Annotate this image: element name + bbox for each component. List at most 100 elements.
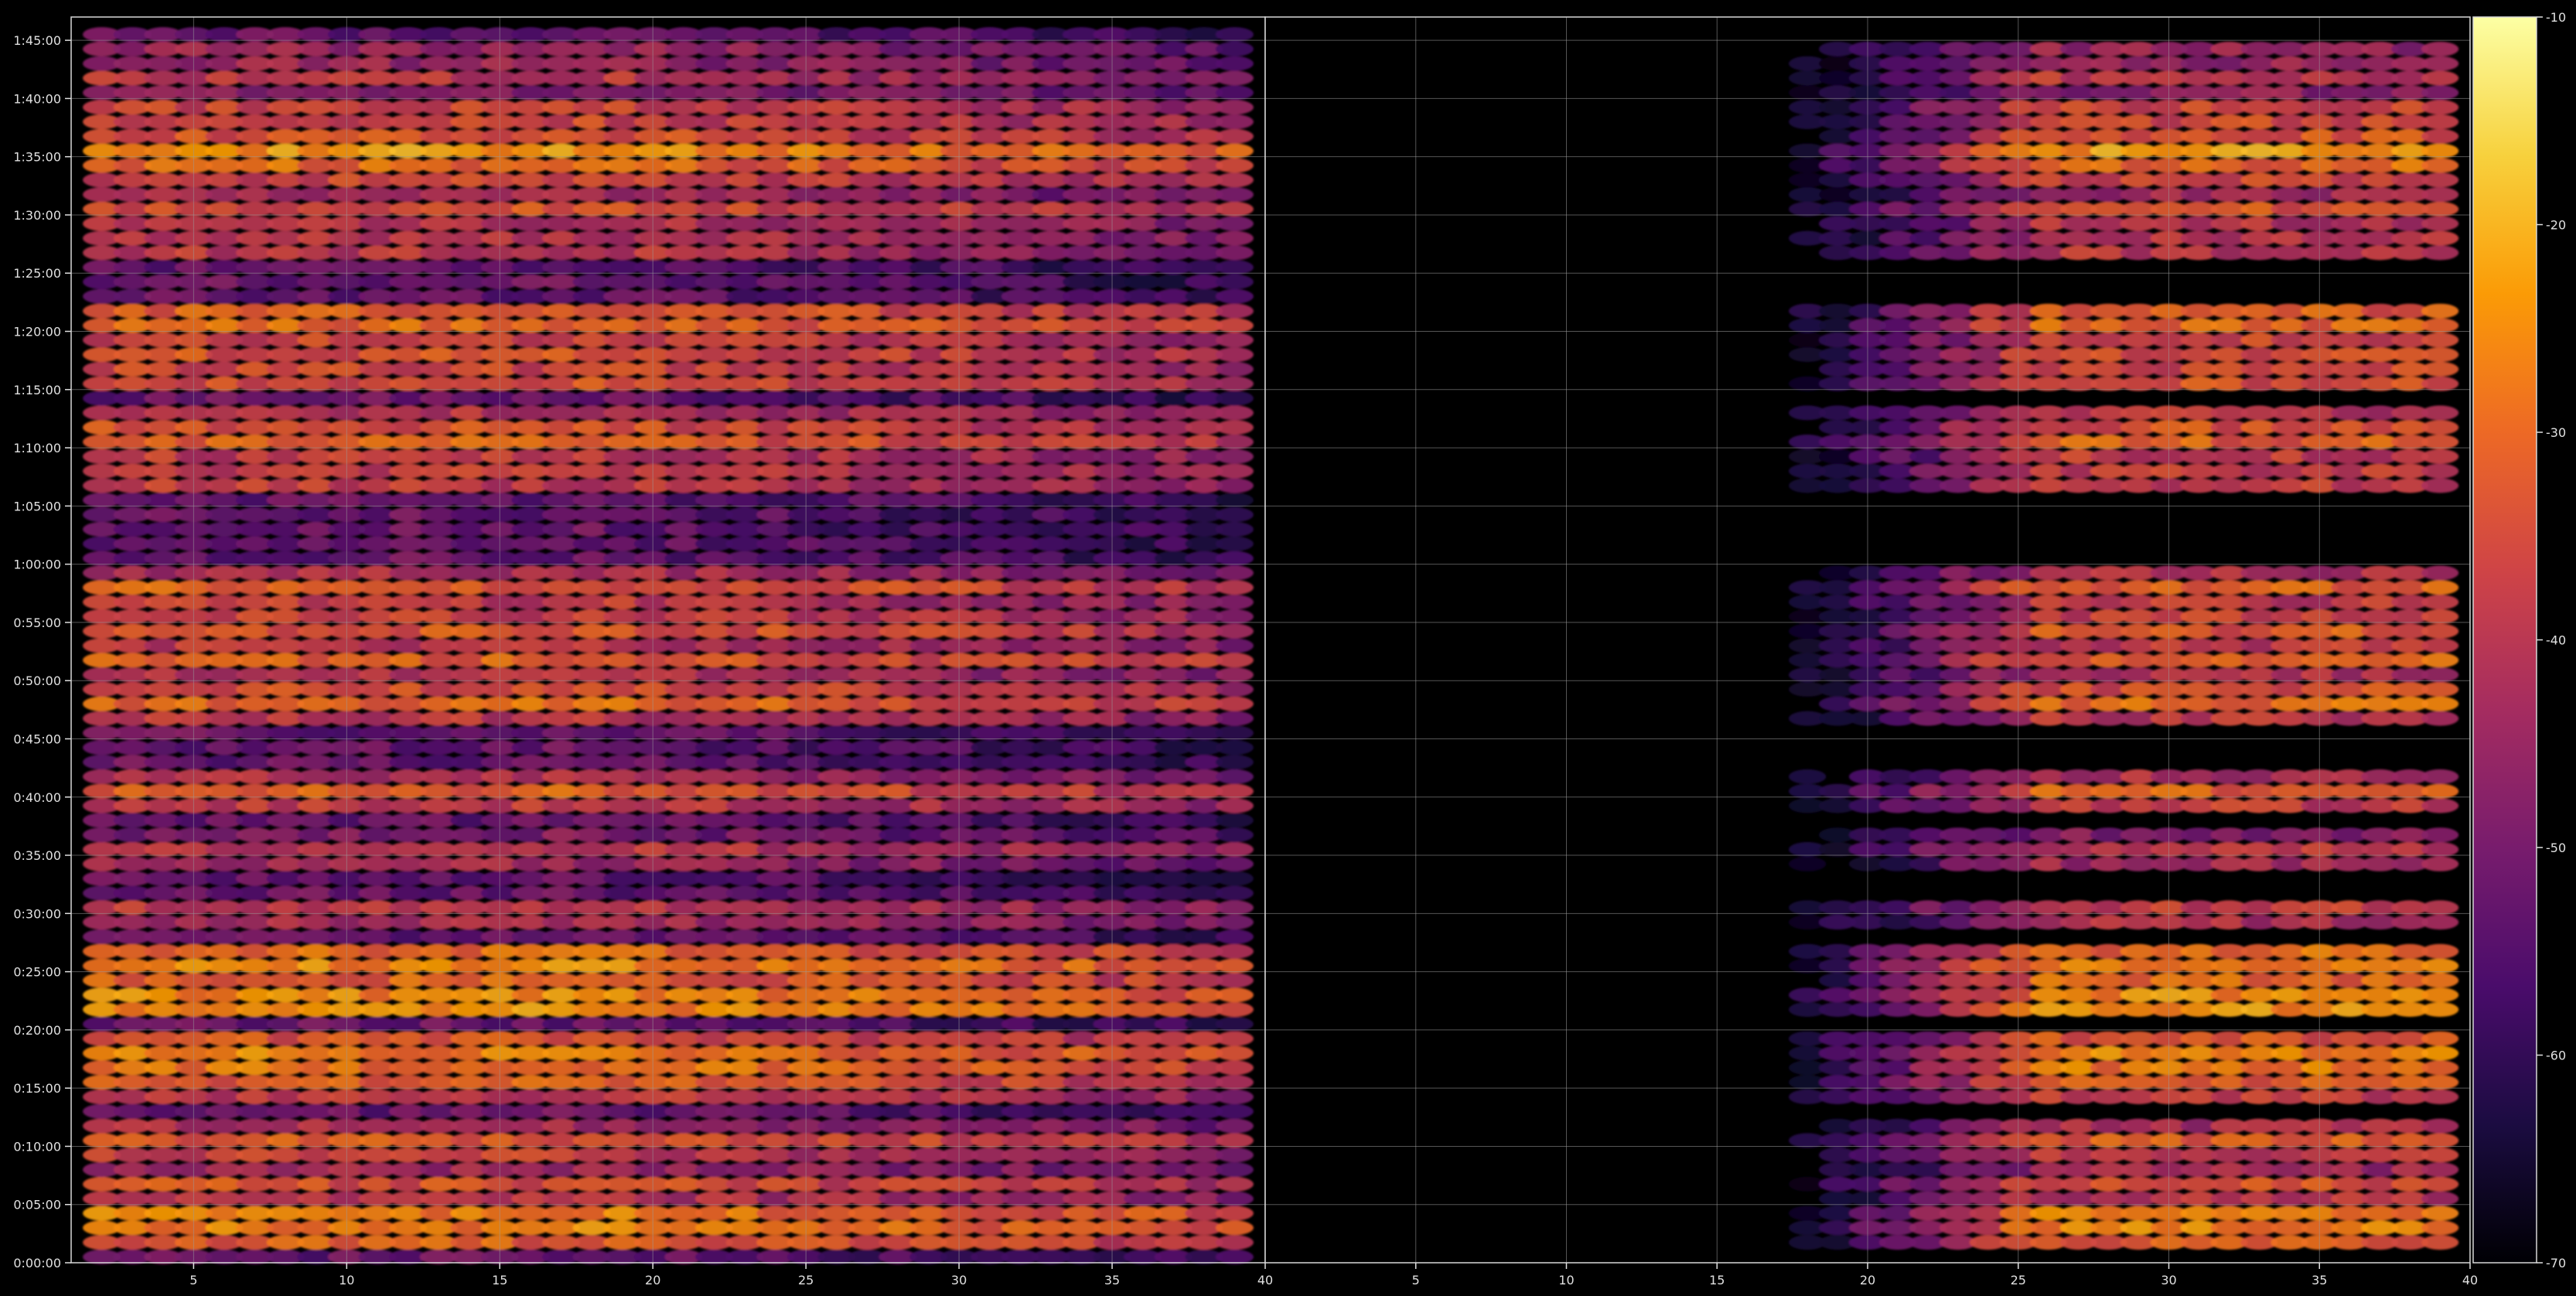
- x-tick-label: 40: [2462, 1273, 2478, 1287]
- heatmap-cell: [1215, 522, 1254, 537]
- y-axis: 0:00:000:05:000:10:000:15:000:20:000:25:…: [13, 33, 71, 1270]
- y-tick-label: 0:35:00: [13, 848, 61, 863]
- x-tick-label: 25: [2011, 1273, 2026, 1287]
- x-tick-label: 15: [492, 1273, 507, 1287]
- heatmap-cell: [1215, 347, 1254, 363]
- x-tick-label: 5: [1412, 1273, 1420, 1287]
- heatmap-cell: [2421, 100, 2459, 115]
- heatmap-cell: [2421, 318, 2459, 333]
- x-tick-label: 40: [1257, 1273, 1273, 1287]
- heatmap-cell: [2421, 405, 2459, 421]
- heatmap-cell: [1215, 85, 1254, 101]
- y-tick-label: 0:15:00: [13, 1081, 61, 1096]
- heatmap-cell: [1215, 1002, 1254, 1017]
- panel-2-cells: [1789, 41, 2459, 1250]
- heatmap-cell: [1215, 711, 1254, 726]
- heatmap-cell: [2421, 70, 2459, 86]
- heatmap-cell: [2421, 783, 2459, 799]
- heatmap-cell: [1789, 769, 1827, 784]
- y-tick-label: 0:25:00: [13, 965, 61, 980]
- heatmap-cell: [2421, 1118, 2459, 1134]
- heatmap-cell: [2421, 85, 2459, 101]
- heatmap-cell: [1215, 769, 1254, 784]
- heatmap-cell: [2421, 1031, 2459, 1046]
- heatmap-cell: [2421, 653, 2459, 668]
- heatmap-cell: [2421, 376, 2459, 391]
- heatmap-cell: [1215, 201, 1254, 217]
- x-tick-label: 35: [2312, 1273, 2327, 1287]
- x-tick-label: 30: [951, 1273, 967, 1287]
- x-tick-label: 5: [189, 1273, 197, 1287]
- heatmap-cell: [1215, 813, 1254, 828]
- heatmap-cell: [1215, 114, 1254, 129]
- heatmap-cell: [1215, 1133, 1254, 1148]
- heatmap-cell: [1215, 143, 1254, 159]
- colorbar-tick-label: -30: [2546, 425, 2566, 440]
- heatmap-figure: 5 10 15 20 25 30 35 40 5 10 15 20 25 30 35 40 0:00:00 0:0…: [0, 0, 2576, 1293]
- colorbar-tick-label: -40: [2546, 633, 2566, 648]
- heatmap-cell: [2421, 128, 2459, 144]
- heatmap-cell: [1215, 391, 1254, 406]
- heatmap-cell: [1215, 842, 1254, 857]
- x-tick-label: 20: [645, 1273, 660, 1287]
- heatmap-cell: [1215, 595, 1254, 610]
- heatmap-cell: [2421, 609, 2459, 624]
- heatmap-cell: [2421, 114, 2459, 129]
- heatmap-cell: [1215, 128, 1254, 144]
- heatmap-cell: [2421, 216, 2459, 231]
- y-tick-label: 1:30:00: [13, 208, 61, 223]
- y-tick-label: 1:40:00: [13, 91, 61, 106]
- heatmap-cell: [1215, 70, 1254, 86]
- heatmap-cell: [1215, 1191, 1254, 1206]
- heatmap-cell: [1215, 405, 1254, 421]
- panel-1-cells: [83, 27, 1254, 1264]
- heatmap-cell: [2421, 856, 2459, 871]
- heatmap-cell: [2421, 41, 2459, 56]
- heatmap-cell: [2421, 958, 2459, 974]
- heatmap-cell: [2421, 1060, 2459, 1076]
- heatmap-cell: [2421, 638, 2459, 653]
- y-tick-label: 1:35:00: [13, 150, 61, 165]
- heatmap-cell: [1215, 973, 1254, 988]
- heatmap-cell: [2421, 769, 2459, 784]
- heatmap-chart: 5 10 15 20 25 30 35 40 5 10 15 20 25 30 35 400:00:000:0…: [13, 10, 2566, 1287]
- y-tick-label: 1:45:00: [13, 33, 61, 48]
- heatmap-cell: [1215, 1075, 1254, 1090]
- heatmap-cell: [1215, 653, 1254, 668]
- heatmap-cell: [2421, 478, 2459, 493]
- heatmap-cell: [2421, 827, 2459, 843]
- heatmap-cell: [1215, 463, 1254, 479]
- heatmap-cell: [1215, 187, 1254, 203]
- x-tick-label: 35: [1104, 1273, 1120, 1287]
- y-tick-label: 0:10:00: [13, 1139, 61, 1154]
- heatmap-cell: [2421, 172, 2459, 188]
- y-tick-label: 1:05:00: [13, 499, 61, 513]
- heatmap-cell: [2421, 900, 2459, 916]
- heatmap-cell: [1215, 929, 1254, 944]
- heatmap-cell: [1215, 871, 1254, 886]
- heatmap-cell: [2421, 1176, 2459, 1192]
- heatmap-cell: [1215, 435, 1254, 449]
- colorbar-tick-label: -70: [2546, 1256, 2566, 1270]
- heatmap-cell: [1215, 1235, 1254, 1250]
- heatmap-cell: [2421, 696, 2459, 711]
- heatmap-cell: [1215, 172, 1254, 188]
- heatmap-cell: [2421, 1235, 2459, 1250]
- heatmap-cell: [2421, 1133, 2459, 1148]
- heatmap-cell: [2421, 667, 2459, 683]
- heatmap-cell: [2421, 798, 2459, 813]
- y-tick-label: 1:10:00: [13, 441, 61, 455]
- heatmap-cell: [2421, 420, 2459, 435]
- heatmap-panel-1: 5 10 15 20 25 30 35 40: [70, 16, 1273, 1287]
- x-tick-label: 25: [798, 1273, 814, 1287]
- heatmap-cell: [2421, 245, 2459, 261]
- heatmap-cell: [1215, 682, 1254, 697]
- heatmap-cell: [1215, 740, 1254, 755]
- heatmap-cell: [2421, 1045, 2459, 1061]
- x-tick-label: 10: [339, 1273, 354, 1287]
- x-tick-label: 30: [2161, 1273, 2176, 1287]
- y-tick-label: 1:25:00: [13, 266, 61, 281]
- heatmap-cell: [1215, 333, 1254, 348]
- heatmap-cell: [1215, 725, 1254, 741]
- heatmap-cell: [1215, 1016, 1254, 1032]
